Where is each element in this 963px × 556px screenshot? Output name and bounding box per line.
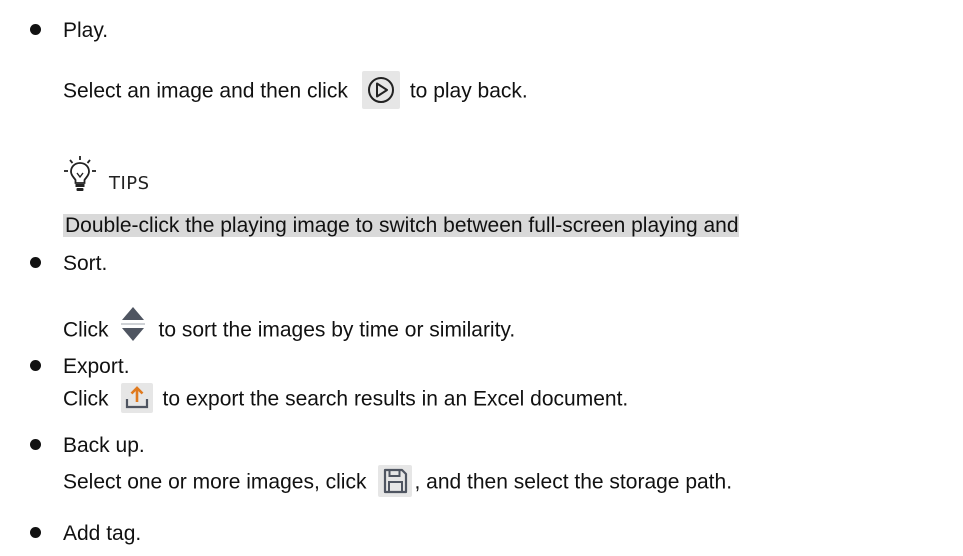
- export-desc-after: to export the search results in an Excel…: [162, 387, 629, 411]
- sort-arrows-icon[interactable]: [120, 304, 145, 352]
- sort-description: Click to sort the images by time or simi…: [63, 307, 515, 355]
- addtag-title: Add tag.: [63, 522, 142, 545]
- sort-desc-before: Click: [63, 318, 109, 342]
- backup-description: Select one or more images, click , and t…: [63, 465, 733, 499]
- backup-desc-before: Select one or more images, click: [63, 470, 367, 494]
- play-description: Select an image and then click to play b…: [63, 71, 528, 111]
- bullet: [30, 23, 41, 35]
- export-description: Click to export the search results in an…: [63, 383, 629, 415]
- play-circle-icon[interactable]: [361, 71, 400, 109]
- sort-desc-after: to sort the images by time or similarity…: [158, 318, 516, 342]
- play-desc-before: Select an image and then click: [63, 79, 348, 103]
- export-upload-icon[interactable]: [120, 383, 153, 413]
- bullet: [30, 256, 41, 268]
- tips-text: Double-click the playing image to switch…: [63, 214, 739, 237]
- bullet: [30, 438, 41, 450]
- list-item-export: Export.: [30, 354, 130, 380]
- play-desc-after: to play back.: [409, 79, 528, 103]
- sort-title: Sort.: [63, 252, 108, 275]
- bullet: [30, 526, 41, 538]
- export-desc-before: Click: [63, 387, 109, 411]
- tips-label: TIPS: [109, 173, 150, 194]
- tips-text-row: Double-click the playing image to switch…: [63, 212, 739, 240]
- export-title: Export.: [63, 355, 130, 378]
- tips-header: TIPS: [63, 156, 150, 198]
- save-disk-icon[interactable]: [378, 465, 413, 497]
- bullet: [30, 359, 41, 371]
- list-item-addtag: Add tag.: [30, 521, 141, 547]
- backup-title: Back up.: [63, 434, 145, 457]
- lightbulb-icon: [63, 155, 97, 198]
- list-item-backup: Back up.: [30, 433, 145, 459]
- list-item-play: Play.: [30, 18, 108, 44]
- play-title: Play.: [63, 19, 109, 42]
- backup-desc-after: , and then select the storage path.: [414, 470, 733, 494]
- list-item-sort: Sort.: [30, 251, 107, 277]
